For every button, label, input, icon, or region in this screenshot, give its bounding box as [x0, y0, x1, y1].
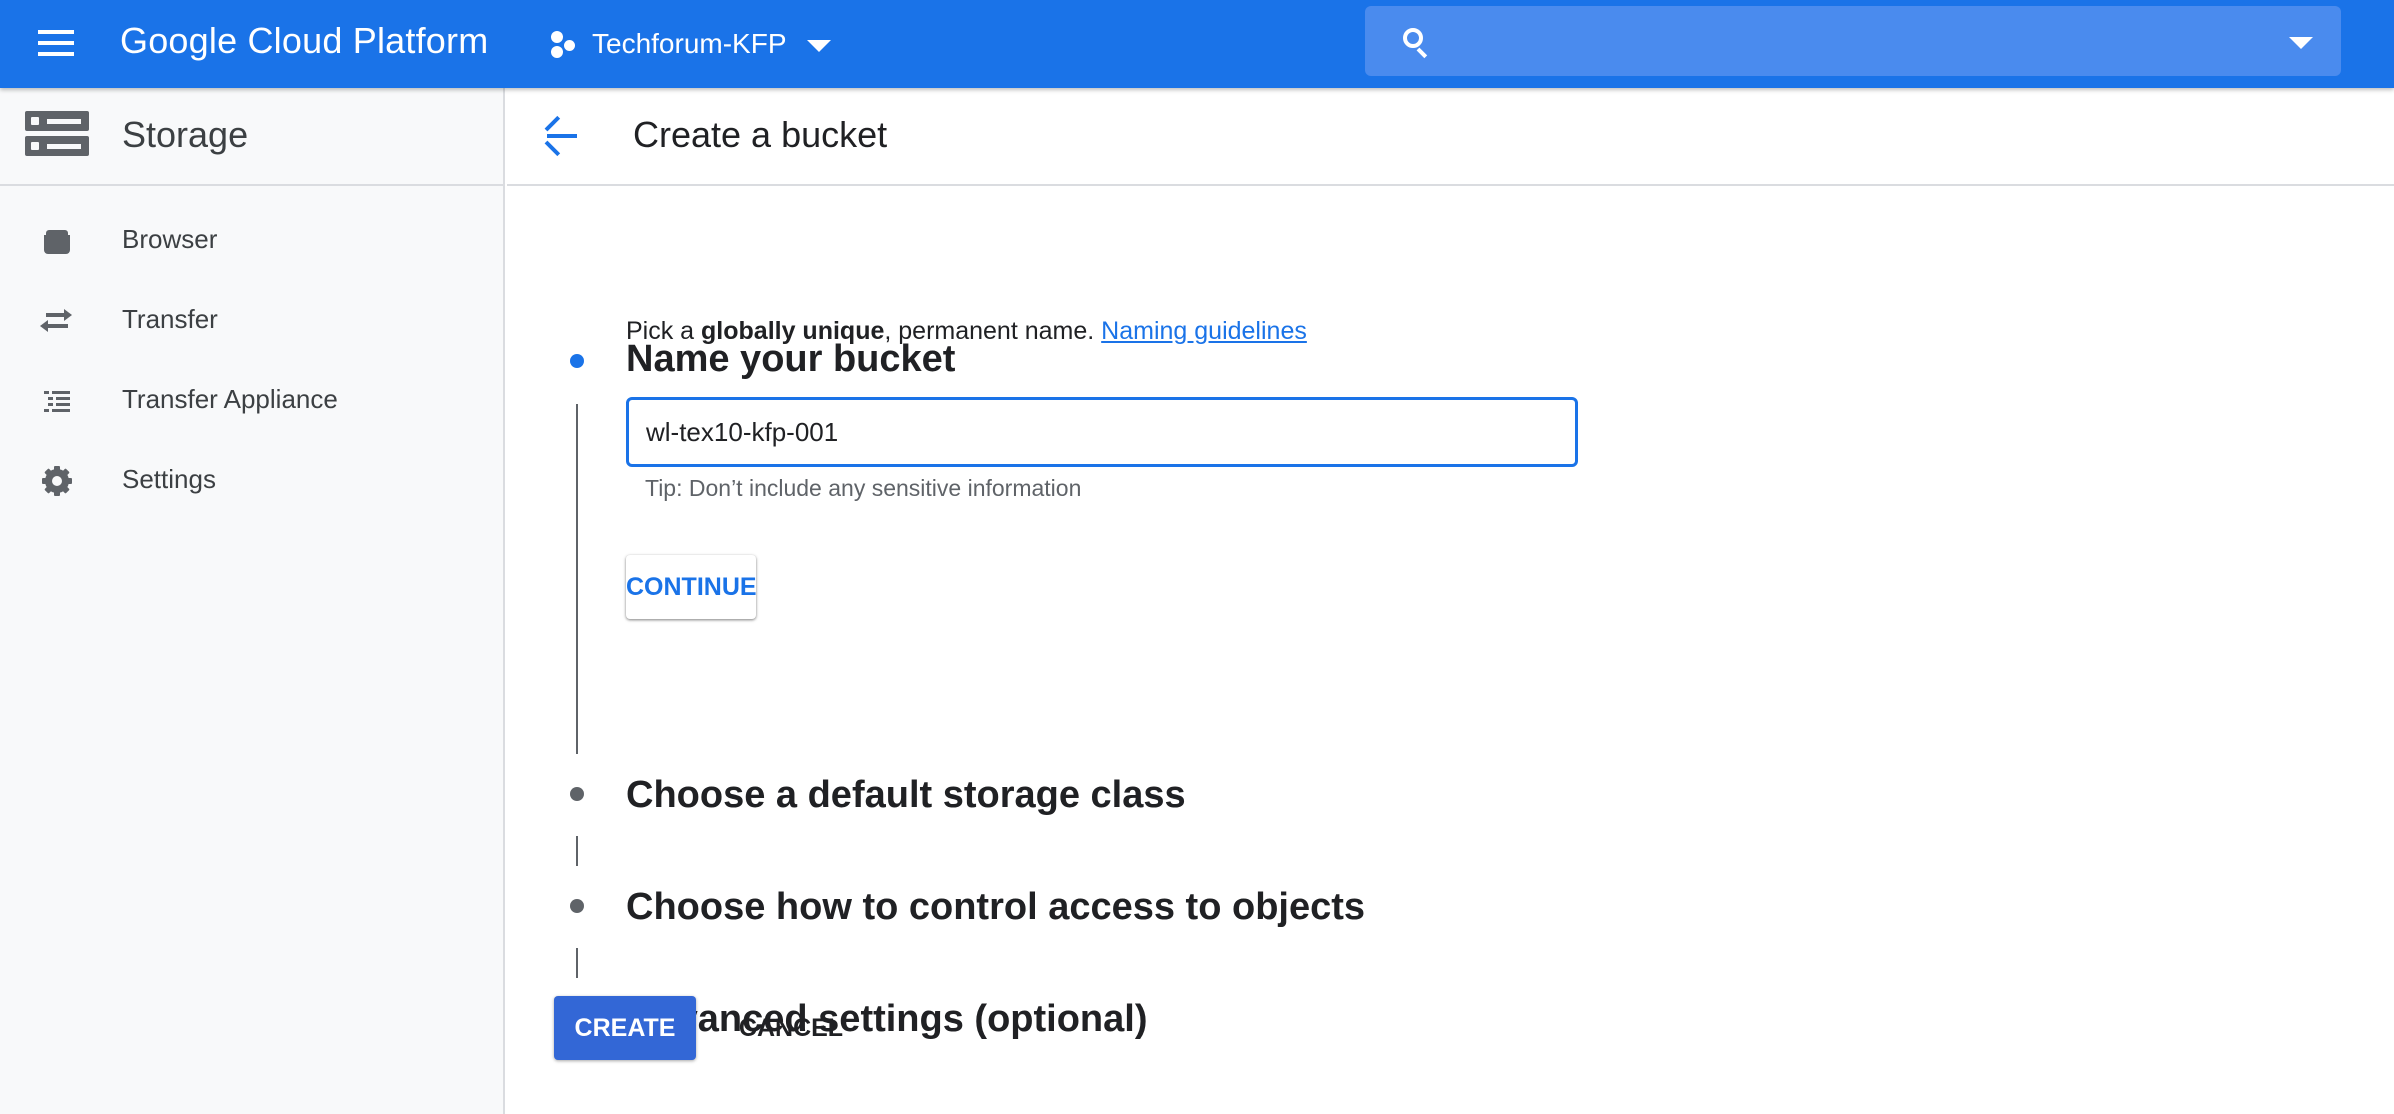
sidebar-header: Storage — [0, 88, 503, 186]
swap-arrows-icon — [40, 307, 72, 335]
storage-icon — [25, 111, 89, 157]
project-selector[interactable]: Techforum-KFP — [548, 22, 831, 66]
caret-down-icon — [806, 40, 831, 52]
sidebar-item-label: Transfer Appliance — [122, 384, 338, 414]
page-title: Create a bucket — [633, 114, 888, 155]
sidebar-item-label: Browser — [122, 224, 218, 254]
sidebar-item-transfer-appliance[interactable]: Transfer Appliance — [0, 360, 503, 440]
cancel-button[interactable]: CANCEL — [721, 996, 861, 1060]
step-indicator — [570, 899, 584, 913]
top-app-bar: Google Cloud Platform Techforum-KFP — [0, 0, 2394, 88]
hamburger-menu-icon[interactable] — [34, 24, 78, 64]
step-connector — [576, 948, 578, 978]
product-brand[interactable]: Google Cloud Platform — [120, 20, 488, 62]
step-title-advanced-settings[interactable]: Advanced settings (optional) — [626, 998, 1147, 1041]
project-name: Techforum-KFP — [592, 28, 787, 59]
arrow-back-icon[interactable] — [543, 115, 579, 157]
sidebar-title: Storage — [122, 114, 249, 155]
search-input[interactable] — [1455, 20, 2215, 62]
sidebar-item-label: Transfer — [122, 304, 218, 334]
search-box[interactable] — [1365, 6, 2341, 76]
naming-guidelines-link[interactable]: Naming guidelines — [1101, 317, 1307, 345]
shopping-bag-icon — [42, 227, 72, 255]
list-icon — [42, 387, 72, 415]
sidebar-item-label: Settings — [122, 464, 216, 494]
continue-button[interactable]: CONTINUE — [626, 555, 757, 619]
main-content: Create a bucket Name your bucket Pick a … — [507, 88, 2394, 1114]
step-title-storage-class[interactable]: Choose a default storage class — [626, 774, 1186, 817]
bucket-name-input[interactable] — [626, 397, 1578, 467]
page-header: Create a bucket — [507, 88, 2394, 186]
sidebar-nav: Browser Transfer Transfer Appliance Sett… — [0, 200, 503, 520]
step-indicator-active — [570, 354, 584, 368]
caret-down-icon[interactable] — [2289, 37, 2313, 49]
step-connector — [576, 404, 578, 754]
step-description: Pick a globally unique, permanent name. … — [626, 317, 1307, 345]
create-button[interactable]: CREATE — [554, 996, 696, 1060]
project-hexagon-icon — [548, 29, 578, 59]
sidebar-item-transfer[interactable]: Transfer — [0, 280, 503, 360]
sidebar-item-settings[interactable]: Settings — [0, 440, 503, 520]
search-icon — [1403, 28, 1429, 59]
step-indicator — [570, 787, 584, 801]
sidebar: Storage Browser Transfer Transfer Applia… — [0, 88, 505, 1114]
sidebar-item-browser[interactable]: Browser — [0, 200, 503, 280]
step-connector — [576, 836, 578, 866]
gear-icon — [42, 466, 72, 496]
input-helper-text: Tip: Don’t include any sensitive informa… — [645, 475, 1082, 501]
step-title-access-control[interactable]: Choose how to control access to objects — [626, 886, 1365, 929]
